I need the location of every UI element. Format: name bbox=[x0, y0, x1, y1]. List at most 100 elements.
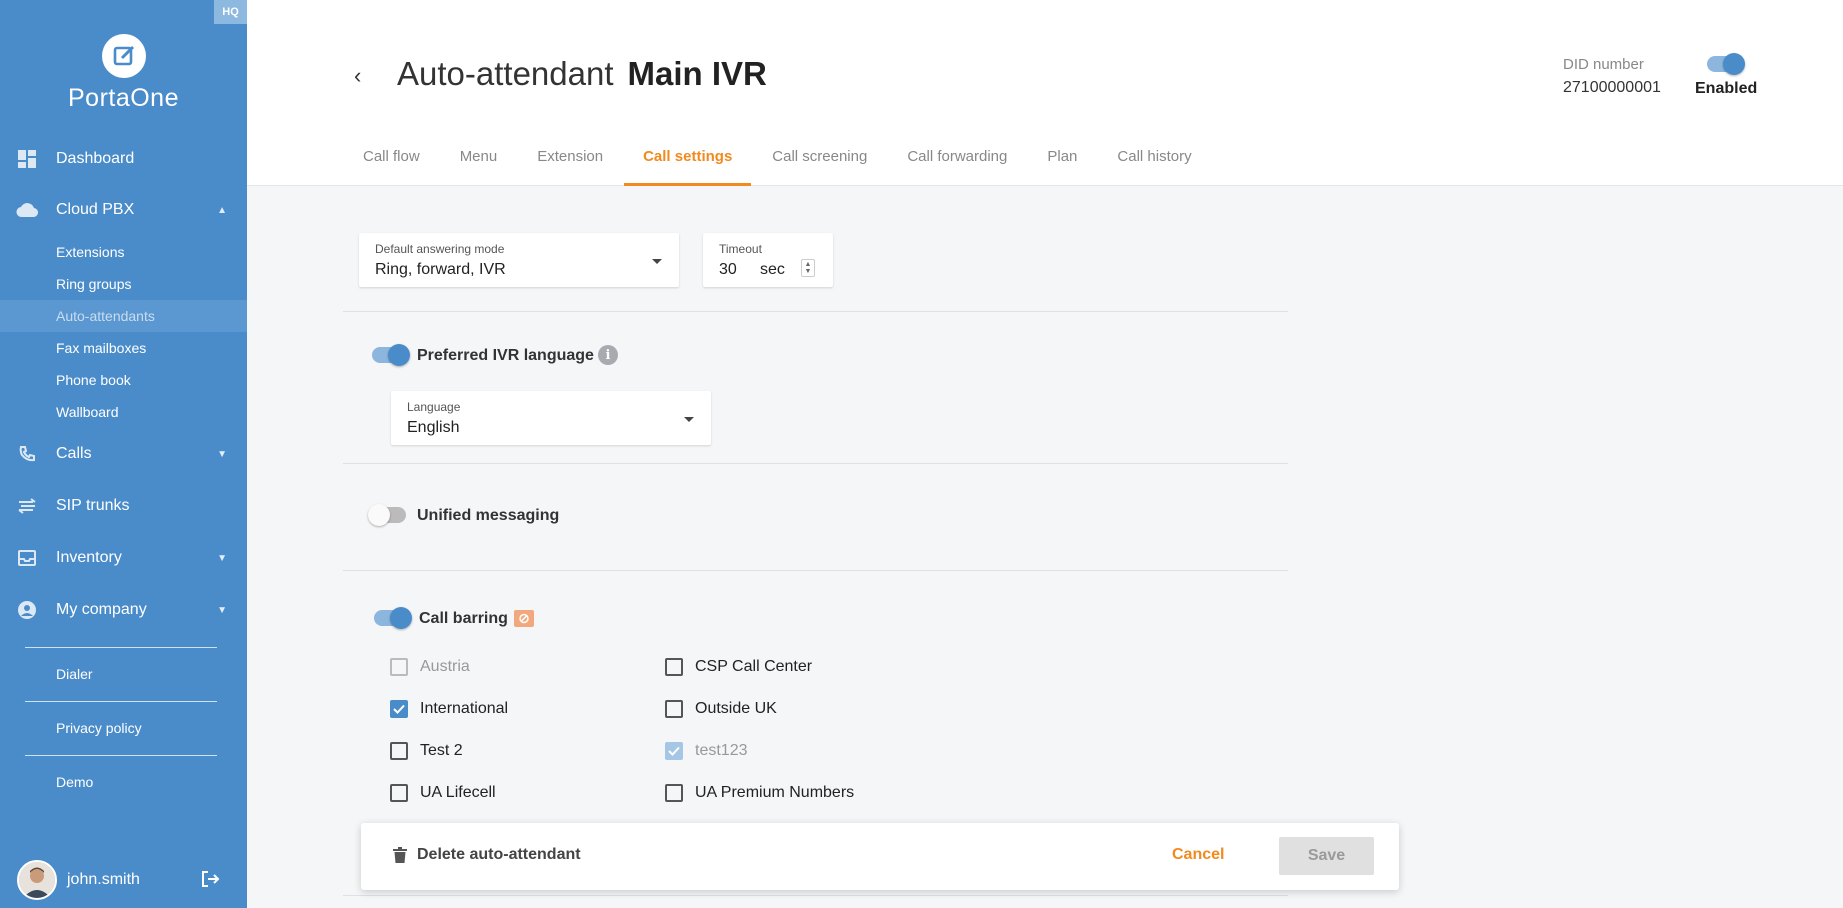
tab-call-screening[interactable]: Call screening bbox=[772, 148, 867, 186]
language-label: Language bbox=[407, 400, 461, 414]
call-barring-label: Call barring bbox=[419, 610, 508, 627]
barring-item-ua-premium-numbers[interactable]: UA Premium Numbers bbox=[665, 784, 854, 802]
barring-item-test-2[interactable]: Test 2 bbox=[390, 742, 463, 760]
barring-item-label: UA Lifecell bbox=[420, 784, 496, 801]
nav-sip-trunks[interactable]: SIP trunks bbox=[0, 480, 247, 532]
phone-icon bbox=[16, 443, 38, 465]
toggle-track bbox=[368, 504, 406, 526]
delete-label: Delete auto-attendant bbox=[417, 846, 581, 863]
nav-my-company[interactable]: My company ▼ bbox=[0, 584, 247, 636]
link-privacy-policy[interactable]: Privacy policy bbox=[56, 720, 142, 736]
sidebar-divider bbox=[25, 755, 217, 756]
status-toggle[interactable] bbox=[1707, 53, 1745, 75]
checkbox bbox=[665, 784, 683, 802]
brand-name: PortaOne bbox=[67, 84, 179, 112]
save-button[interactable]: Save bbox=[1279, 837, 1374, 875]
link-demo[interactable]: Demo bbox=[56, 774, 93, 790]
toggle-knob bbox=[368, 504, 390, 526]
barring-item-austria[interactable]: Austria bbox=[390, 658, 470, 676]
barring-item-label: CSP Call Center bbox=[695, 658, 813, 675]
page-title-type: Auto-attendant bbox=[397, 55, 614, 92]
hq-badge[interactable]: HQ bbox=[214, 0, 247, 24]
sidebar-item-auto-attendants[interactable]: Auto-attendants bbox=[0, 300, 247, 332]
dropdown-arrow-icon bbox=[652, 259, 662, 264]
action-bar: Delete auto-attendant Cancel Save bbox=[361, 823, 1399, 890]
status-label: Enabled bbox=[1695, 80, 1758, 97]
barring-item-label: Austria bbox=[420, 658, 470, 675]
nav-cloud-pbx[interactable]: Cloud PBX ▲ bbox=[0, 184, 247, 236]
sidebar: HQ PortaOne Dashboard Cloud PBX ▲ Extens… bbox=[0, 0, 247, 908]
checkbox-checked bbox=[390, 700, 408, 718]
tab-extension[interactable]: Extension bbox=[537, 148, 603, 186]
stepper-icon[interactable]: ▲ ▼ bbox=[801, 259, 815, 277]
nav-inventory[interactable]: Inventory ▼ bbox=[0, 532, 247, 584]
back-arrow-icon[interactable]: ‹ bbox=[354, 63, 361, 89]
checkbox bbox=[390, 784, 408, 802]
cancel-button[interactable]: Cancel bbox=[1172, 846, 1224, 864]
answering-mode-label: Default answering mode bbox=[375, 242, 505, 256]
tab-call-forwarding[interactable]: Call forwarding bbox=[907, 148, 1007, 186]
inventory-icon bbox=[16, 547, 38, 569]
sidebar-item-wallboard[interactable]: Wallboard bbox=[0, 396, 247, 428]
page-title: Auto-attendant Main IVR bbox=[397, 55, 767, 93]
tab-call-history[interactable]: Call history bbox=[1117, 148, 1191, 186]
sidebar-item-ring-groups[interactable]: Ring groups bbox=[0, 268, 247, 300]
unified-messaging-toggle[interactable] bbox=[368, 504, 406, 526]
checkbox-checked bbox=[665, 742, 683, 760]
toggle-knob bbox=[1723, 53, 1745, 75]
sidebar-item-fax-mailboxes[interactable]: Fax mailboxes bbox=[0, 332, 247, 364]
section-divider bbox=[343, 570, 1288, 571]
barring-item-ua-lifecell[interactable]: UA Lifecell bbox=[390, 784, 496, 802]
tab-call-settings[interactable]: Call settings bbox=[624, 148, 752, 186]
nav-inventory-label: Inventory bbox=[56, 549, 122, 566]
logout-icon[interactable] bbox=[200, 869, 220, 894]
section-divider bbox=[343, 463, 1288, 464]
chevron-down-icon: ▼ bbox=[217, 448, 227, 460]
checkbox bbox=[665, 658, 683, 676]
portaone-logo-icon bbox=[101, 34, 146, 78]
account-icon bbox=[16, 599, 38, 621]
nav-sip-trunks-label: SIP trunks bbox=[56, 497, 130, 514]
user-profile[interactable]: john.smith bbox=[17, 860, 140, 900]
chevron-down-icon: ▼ bbox=[217, 552, 227, 564]
trunk-icon bbox=[16, 495, 38, 517]
call-barring-badge-icon bbox=[514, 610, 534, 627]
nav-calls-label: Calls bbox=[56, 445, 92, 462]
timeout-unit: sec bbox=[760, 261, 785, 278]
info-icon[interactable]: i bbox=[598, 345, 618, 365]
checkbox bbox=[665, 700, 683, 718]
barring-item-international[interactable]: International bbox=[390, 700, 508, 718]
barring-item-test123[interactable]: test123 bbox=[665, 742, 747, 760]
timeout-label: Timeout bbox=[719, 242, 762, 256]
toggle-knob bbox=[388, 344, 410, 366]
link-dialer[interactable]: Dialer bbox=[56, 666, 93, 682]
section-divider bbox=[343, 895, 1288, 896]
dashboard-icon bbox=[16, 148, 38, 170]
barring-item-csp-call-center[interactable]: CSP Call Center bbox=[665, 658, 812, 676]
timeout-value: 30 bbox=[719, 261, 737, 278]
nav-dashboard[interactable]: Dashboard bbox=[0, 133, 247, 185]
tab-plan[interactable]: Plan bbox=[1047, 148, 1077, 186]
delete-button[interactable]: Delete auto-attendant bbox=[393, 846, 581, 864]
language-select[interactable]: Language English bbox=[391, 391, 711, 445]
nav-calls[interactable]: Calls ▼ bbox=[0, 428, 247, 480]
sidebar-item-extensions[interactable]: Extensions bbox=[0, 236, 247, 268]
did-number: 27100000001 bbox=[1563, 79, 1661, 96]
logo[interactable]: PortaOne bbox=[0, 34, 247, 113]
ivr-language-toggle[interactable] bbox=[372, 344, 410, 366]
tab-bar: Call flow Menu Extension Call settings C… bbox=[363, 148, 1232, 186]
barring-item-outside-uk[interactable]: Outside UK bbox=[665, 700, 777, 718]
toggle-track bbox=[372, 344, 410, 366]
timeout-field[interactable]: Timeout 30 sec ▲ ▼ bbox=[703, 233, 833, 287]
toggle-track bbox=[1707, 53, 1745, 75]
tab-menu[interactable]: Menu bbox=[460, 148, 498, 186]
answering-mode-select[interactable]: Default answering mode Ring, forward, IV… bbox=[359, 233, 679, 287]
chevron-down-icon: ▼ bbox=[217, 604, 227, 616]
tab-call-flow[interactable]: Call flow bbox=[363, 148, 420, 186]
nav-dashboard-label: Dashboard bbox=[56, 150, 135, 167]
sidebar-divider bbox=[25, 647, 217, 648]
barring-item-label: International bbox=[420, 700, 509, 717]
checkbox bbox=[390, 742, 408, 760]
call-barring-toggle[interactable] bbox=[374, 607, 412, 629]
sidebar-item-phone-book[interactable]: Phone book bbox=[0, 364, 247, 396]
